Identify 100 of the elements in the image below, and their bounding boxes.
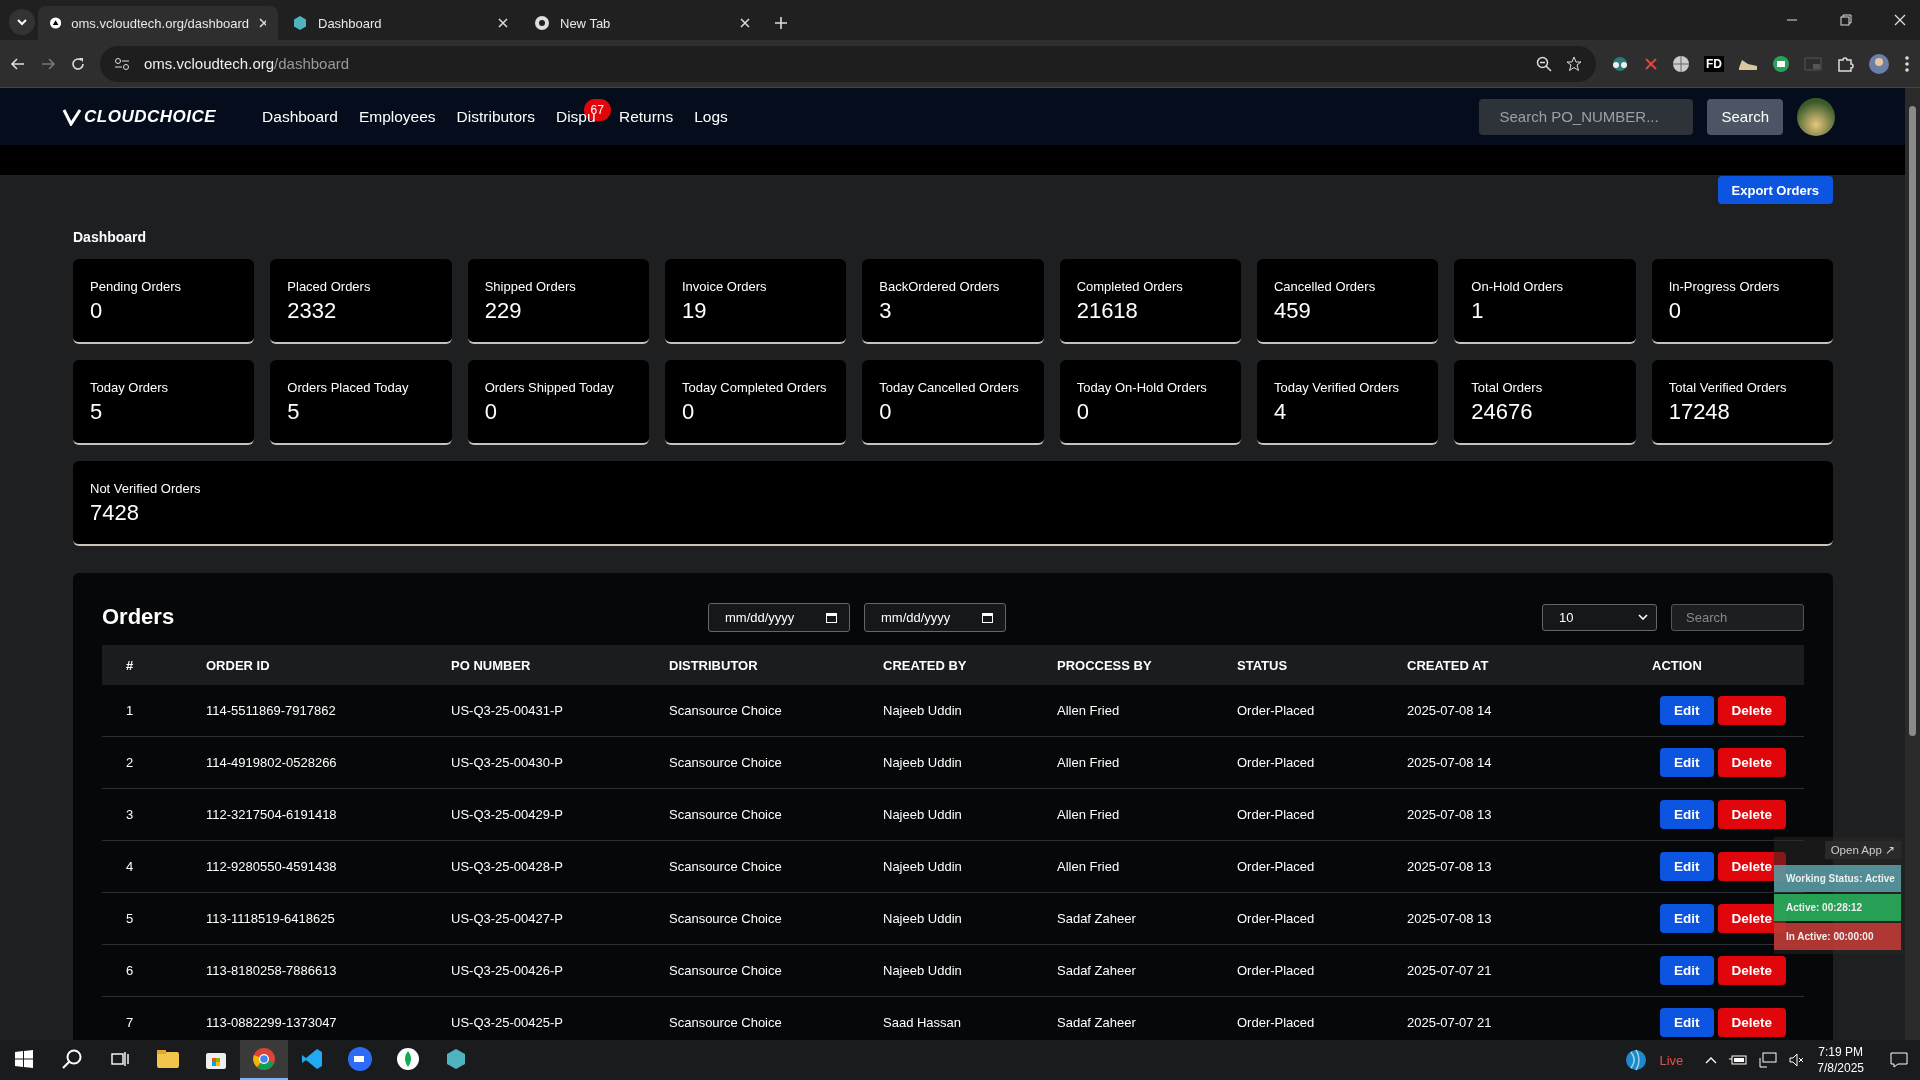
- stat-label: Today On-Hold Orders: [1076, 380, 1208, 395]
- delete-button[interactable]: Delete: [1717, 852, 1787, 881]
- star-icon[interactable]: [1566, 55, 1582, 72]
- back-icon[interactable]: [10, 55, 26, 72]
- tab-search-icon[interactable]: [8, 8, 36, 36]
- table-cell-text: 3: [126, 807, 135, 822]
- search-icon[interactable]: [62, 1049, 82, 1069]
- more-icon[interactable]: [1904, 54, 1910, 73]
- url-text[interactable]: oms.vcloudtech.org/dashboard: [144, 55, 350, 72]
- stat-label: Pending Orders: [90, 279, 183, 294]
- table-cell-text: Allen Fried: [1057, 755, 1121, 770]
- calendar-icon[interactable]: [826, 611, 837, 623]
- forward-icon[interactable]: [40, 55, 56, 72]
- leaf-icon[interactable]: [396, 1047, 420, 1071]
- live-label[interactable]: Live: [1659, 1052, 1684, 1068]
- browser-tab[interactable]: oms.vcloudtech.org/dashboard: [38, 6, 278, 40]
- avatar[interactable]: [1797, 97, 1835, 136]
- table-search-field[interactable]: Search: [1671, 603, 1804, 631]
- table-cell-text: Scansource Choice: [669, 1015, 783, 1030]
- puzzle-icon[interactable]: [1836, 54, 1854, 73]
- search-field[interactable]: Search PO_NUMBER...: [1479, 98, 1694, 135]
- glasses-icon[interactable]: [1610, 55, 1630, 72]
- nav-link[interactable]: Employees: [358, 107, 436, 126]
- delete-button[interactable]: Delete: [1717, 748, 1787, 777]
- stat-value: 0: [879, 399, 893, 425]
- page-size-select[interactable]: 10: [1542, 603, 1657, 631]
- restore-icon[interactable]: [1840, 14, 1852, 26]
- table-cell-text: 7: [126, 1015, 135, 1030]
- column-header: CREATED BY: [883, 657, 968, 673]
- muted-speaker-icon[interactable]: [1789, 1053, 1806, 1067]
- zoom-icon[interactable]: [347, 1046, 373, 1072]
- stat-label: Today Verified Orders: [1274, 380, 1400, 395]
- stat-value: 19: [682, 298, 708, 324]
- delete-button[interactable]: Delete: [1717, 800, 1787, 829]
- browser-tab[interactable]: Dashboard: [280, 6, 520, 40]
- hexagon-icon[interactable]: [444, 1047, 468, 1071]
- table-cell-text: 5: [126, 911, 135, 926]
- nav-link[interactable]: Returns: [618, 107, 674, 126]
- delete-button[interactable]: Delete: [1717, 1008, 1787, 1037]
- logo-text: CLOUDCHOICE: [84, 106, 217, 127]
- site-settings-icon[interactable]: [114, 56, 130, 71]
- chevron-up-icon[interactable]: [1705, 1056, 1718, 1064]
- edit-button[interactable]: Edit: [1660, 696, 1714, 725]
- table-cell-text: Order-Placed: [1237, 703, 1316, 718]
- network-icon[interactable]: [1759, 1052, 1778, 1068]
- profile-icon[interactable]: [1868, 52, 1890, 75]
- reload-icon[interactable]: [70, 55, 86, 72]
- edit-button[interactable]: Edit: [1660, 800, 1714, 829]
- open-app-link[interactable]: Open App ↗: [1824, 841, 1901, 859]
- zoom-out-icon[interactable]: [1536, 55, 1552, 72]
- taskbar-app[interactable]: [240, 1040, 288, 1080]
- new-tab-icon[interactable]: [774, 16, 788, 30]
- table-cell-text: Najeeb Uddin: [883, 859, 963, 874]
- stat-value: 5: [287, 399, 301, 425]
- cricket-ball-icon[interactable]: [1625, 1049, 1648, 1071]
- browser-tab[interactable]: New Tab: [522, 6, 762, 40]
- notification-icon[interactable]: [1890, 1052, 1908, 1068]
- orders-title: Orders: [102, 604, 176, 630]
- edit-button[interactable]: Edit: [1660, 1008, 1714, 1037]
- stat-label: Orders Placed Today: [287, 380, 410, 395]
- table-cell-text: Order-Placed: [1237, 1015, 1316, 1030]
- nav-link[interactable]: Distributors: [456, 107, 535, 126]
- stat-value: 3: [879, 298, 893, 324]
- table-cell-text: Allen Fried: [1057, 859, 1121, 874]
- table-cell-text: 2025-07-08 14: [1407, 703, 1493, 718]
- battery-icon[interactable]: [1729, 1054, 1748, 1066]
- table-cell-text: US-Q3-25-00427-P: [451, 911, 564, 926]
- chrome-icon[interactable]: [252, 1047, 276, 1071]
- export-orders-button[interactable]: Export Orders: [1717, 176, 1833, 204]
- table-cell-text: Scansource Choice: [669, 703, 783, 718]
- date-field[interactable]: mm/dd/yyyy: [864, 602, 1006, 632]
- time-text: 7:19 PM: [1818, 1044, 1863, 1060]
- stat-value: 0: [1668, 298, 1682, 324]
- stat-label: Today Completed Orders: [682, 380, 828, 395]
- nav-link[interactable]: Logs: [694, 107, 728, 126]
- edit-button[interactable]: Edit: [1660, 956, 1714, 985]
- table-cell-text: 2: [126, 755, 135, 770]
- nav-link[interactable]: Dashboard: [262, 107, 338, 126]
- folder-icon[interactable]: [156, 1048, 180, 1070]
- calendar-icon[interactable]: [982, 611, 993, 623]
- edit-button[interactable]: Edit: [1660, 852, 1714, 881]
- stat-label: Today Cancelled Orders: [879, 380, 1020, 395]
- extension-icon[interactable]: FD: [1704, 55, 1724, 72]
- task-view-icon[interactable]: [111, 1051, 129, 1067]
- delete-button[interactable]: Delete: [1717, 696, 1787, 725]
- stat-value: 4: [1274, 399, 1288, 425]
- date-field[interactable]: mm/dd/yyyy: [708, 602, 850, 632]
- code-editor-icon[interactable]: [300, 1047, 324, 1071]
- delete-button[interactable]: Delete: [1717, 956, 1787, 985]
- search-button[interactable]: Search: [1707, 98, 1783, 135]
- table-cell-text: Order-Placed: [1237, 755, 1316, 770]
- globe-icon[interactable]: [1672, 54, 1690, 73]
- windows-icon[interactable]: [15, 1050, 33, 1068]
- stat-value: 0: [682, 399, 696, 425]
- scrollbar-thumb[interactable]: [1909, 106, 1916, 736]
- edit-button[interactable]: Edit: [1660, 748, 1714, 777]
- table-cell-text: 1: [126, 703, 135, 718]
- table-cell-text: Allen Fried: [1057, 807, 1121, 822]
- edit-button[interactable]: Edit: [1660, 904, 1714, 933]
- column-header: #: [126, 657, 135, 673]
